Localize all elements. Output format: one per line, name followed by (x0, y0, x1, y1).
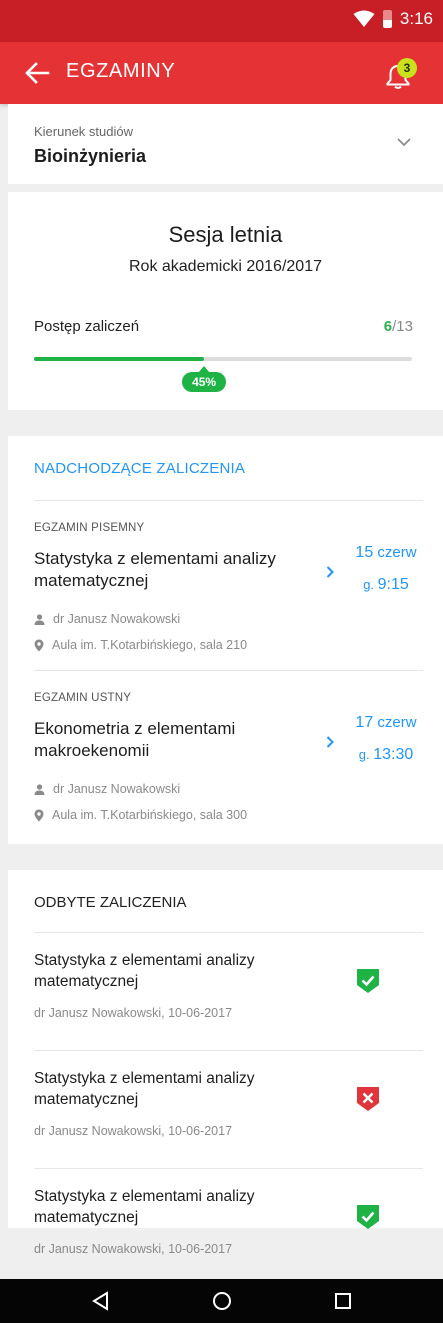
wifi-icon (353, 10, 375, 27)
page-title: EGZAMINY (66, 60, 176, 82)
exam-time: g. 13:30 (351, 746, 421, 764)
system-nav-bar (0, 1279, 443, 1323)
academic-year: Rok akademicki 2016/2017 (128, 258, 322, 275)
exam-type: EGZAMIN USTNY (34, 692, 132, 704)
progress-percent-badge: 45% (182, 366, 227, 392)
past-exam-subject: Statystyka z elementami analizy matematy… (34, 1188, 255, 1226)
past-header: ODBYTE ZALICZENIA (34, 894, 187, 911)
progress-count: 6/13 (384, 318, 413, 335)
progress-total: /13 (392, 318, 413, 335)
field-of-study-selector[interactable]: Kierunek studiów Bioinżynieria (8, 104, 443, 184)
person-icon (34, 783, 45, 795)
past-exam-meta: dr Janusz Nowakowski, 10-06-2017 (34, 1006, 233, 1020)
exam-item[interactable]: EGZAMIN USTNY Ekonometria z elementami m… (8, 670, 443, 840)
field-label: Kierunek studiów (34, 124, 133, 139)
chevron-right-icon[interactable] (326, 566, 334, 578)
past-exam-subject: Statystyka z elementami analizy matematy… (34, 1070, 255, 1108)
exam-subject: Ekonometria z elementami makroekenomii (34, 719, 236, 760)
person-icon (34, 613, 45, 625)
check-shield-icon (357, 969, 379, 993)
location-pin-icon (34, 809, 44, 821)
exam-time-prefix: g. (363, 577, 378, 592)
past-exam-item[interactable]: Statystyka z elementami analizy matematy… (8, 932, 443, 1050)
exam-day: 15 (355, 544, 374, 561)
exam-lecturer: dr Janusz Nowakowski (34, 612, 180, 626)
progress-label: Postęp zaliczeń (34, 318, 140, 335)
chevron-down-icon[interactable] (397, 138, 411, 147)
exam-location-name: Aula im. T.Kotarbińskiego, sala 210 (52, 638, 248, 652)
session-title: Sesja letnia (168, 222, 283, 247)
exam-date: 17 czerw (351, 714, 421, 732)
exam-month: czerw (373, 714, 417, 731)
chevron-right-icon[interactable] (326, 736, 334, 748)
exam-location: Aula im. T.Kotarbińskiego, sala 300 (34, 808, 247, 822)
progress-completed: 6 (383, 318, 393, 335)
exam-time-value: 13:30 (373, 746, 414, 763)
back-arrow-icon[interactable] (24, 60, 50, 86)
nav-back-icon[interactable] (90, 1290, 112, 1312)
past-exam-meta: dr Janusz Nowakowski, 10-06-2017 (34, 1124, 233, 1138)
upcoming-header: NADCHODZĄCE ZALICZENIA (34, 460, 246, 477)
exam-lecturer-name: dr Janusz Nowakowski (53, 782, 181, 796)
exam-date: 15 czerw (351, 544, 421, 562)
past-exams-card: ODBYTE ZALICZENIA Statystyka z elementam… (8, 870, 443, 1256)
location-pin-icon (34, 639, 44, 651)
past-exam-meta: dr Janusz Nowakowski, 10-06-2017 (34, 1242, 233, 1256)
progress-bar (34, 357, 412, 361)
exam-day: 17 (355, 714, 374, 731)
check-shield-icon (357, 1205, 379, 1229)
exam-time-value: 9:15 (377, 576, 409, 593)
upcoming-exams-card: NADCHODZĄCE ZALICZENIA EGZAMIN PISEMNY S… (8, 436, 443, 844)
exam-location-name: Aula im. T.Kotarbińskiego, sala 300 (52, 808, 248, 822)
exam-time: g. 9:15 (351, 576, 421, 594)
exam-type: EGZAMIN PISEMNY (34, 522, 145, 534)
exam-subject: Statystyka z elementami analizy matematy… (34, 549, 276, 590)
exam-month: czerw (373, 544, 417, 561)
progress-bar-fill (34, 357, 205, 361)
past-exam-subject: Statystyka z elementami analizy matematy… (34, 952, 255, 990)
past-exam-item[interactable]: Statystyka z elementami analizy matematy… (8, 1050, 443, 1168)
notification-badge: 3 (397, 58, 417, 78)
battery-icon (382, 10, 392, 28)
exam-lecturer-name: dr Janusz Nowakowski (53, 612, 181, 626)
status-time: 3:16 (399, 9, 433, 28)
status-icons: 3:16 (353, 9, 433, 29)
session-card: Sesja letnia Rok akademicki 2016/2017 Po… (8, 192, 443, 410)
past-exam-item[interactable]: Statystyka z elementami analizy matematy… (8, 1168, 443, 1256)
notifications-button[interactable]: 3 (381, 58, 417, 92)
exam-item[interactable]: EGZAMIN PISEMNY Statystyka z elementami … (8, 500, 443, 670)
cross-shield-icon (357, 1087, 379, 1111)
exam-location: Aula im. T.Kotarbińskiego, sala 210 (34, 638, 247, 652)
exam-time-prefix: g. (358, 747, 374, 762)
field-value: Bioinżynieria (34, 146, 147, 166)
nav-home-icon[interactable] (211, 1290, 233, 1312)
app-bar: EGZAMINY 3 (0, 42, 443, 104)
status-bar: 3:16 (0, 0, 443, 42)
nav-recents-icon[interactable] (332, 1290, 354, 1312)
exam-lecturer: dr Janusz Nowakowski (34, 782, 180, 796)
